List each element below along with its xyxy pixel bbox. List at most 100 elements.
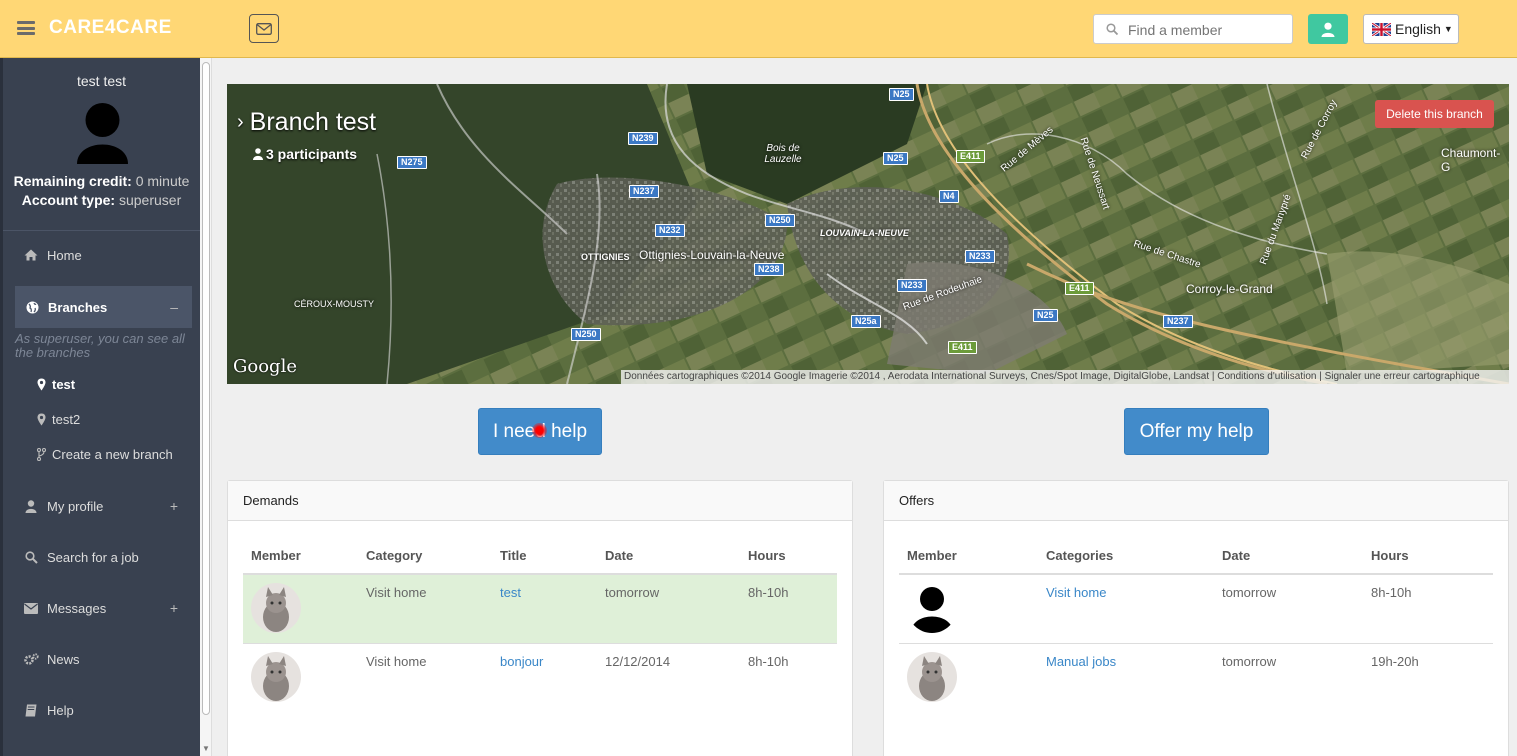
column-header: Date — [1214, 541, 1363, 575]
table-row[interactable]: Visit home tomorrow 8h-10h — [899, 573, 1493, 644]
demand-title-link[interactable]: bonjour — [500, 654, 543, 669]
panel-title: Demands — [228, 481, 852, 521]
credit-label: Remaining credit: — [13, 173, 132, 189]
caret-down-icon: ▼ — [1443, 24, 1453, 34]
profile-button[interactable] — [1308, 14, 1348, 44]
road-badge: E411 — [956, 150, 985, 163]
avatar[interactable] — [251, 583, 301, 633]
branch-title-text: Branch test — [249, 108, 377, 136]
column-header: Date — [597, 541, 740, 575]
column-header: Hours — [740, 541, 837, 575]
road-badge: N250 — [571, 328, 601, 341]
menu-icon[interactable] — [17, 21, 35, 35]
demands-table: Member Category Title Date Hours Visit h… — [243, 541, 837, 712]
road-badge: N232 — [655, 224, 685, 237]
branch-link-test2[interactable]: test2 — [36, 412, 80, 427]
hours-cell: 19h-20h — [1363, 643, 1493, 712]
member-search[interactable] — [1093, 14, 1293, 44]
member-cell — [899, 643, 1038, 712]
category-cell: Visit home — [1038, 573, 1214, 644]
nav-my-profile[interactable]: My profile + — [3, 486, 200, 526]
branch-map[interactable]: Ottignies-Louvain-la-Neuve OTTIGNIES LOU… — [227, 84, 1509, 384]
avatar — [77, 103, 128, 164]
language-selector[interactable]: English ▼ — [1363, 14, 1459, 44]
scrollbar-thumb[interactable] — [202, 62, 210, 715]
category-cell: Visit home — [358, 573, 492, 644]
table-row[interactable]: Manual jobs tomorrow 19h-20h — [899, 643, 1493, 712]
avatar[interactable] — [907, 583, 957, 633]
road-badge: N250 — [765, 214, 795, 227]
branch-label: test — [52, 377, 76, 392]
mail-button[interactable] — [249, 14, 279, 43]
map-place-label: Chaumont-G — [1441, 146, 1501, 174]
road-badge: N25 — [1033, 309, 1058, 322]
map-attribution[interactable]: Données cartographiques ©2014 Google Ima… — [621, 370, 1509, 384]
road-badge: N233 — [965, 250, 995, 263]
nav-home[interactable]: Home — [3, 235, 200, 275]
user-icon — [1321, 22, 1335, 37]
envelope-icon — [23, 602, 39, 614]
expand-icon[interactable]: + — [170, 498, 178, 514]
member-cell — [243, 573, 358, 644]
branch-link-test[interactable]: test — [36, 377, 75, 392]
credit-value: 0 minute — [135, 173, 190, 189]
search-input[interactable] — [1128, 20, 1288, 40]
date-cell: tomorrow — [1214, 643, 1363, 712]
click-indicator — [532, 423, 547, 438]
road-badge: N4 — [939, 190, 959, 203]
create-branch-link[interactable]: Create a new branch — [36, 447, 173, 462]
profile-name: test test — [76, 73, 127, 89]
collapse-toggle[interactable]: – — [170, 299, 178, 315]
avatar[interactable] — [907, 652, 957, 702]
panel-title: Offers — [884, 481, 1508, 521]
road-badge: N25 — [889, 88, 914, 101]
users-icon — [253, 148, 263, 160]
nav-news[interactable]: News — [3, 639, 200, 679]
home-icon — [23, 249, 39, 261]
search-icon — [23, 550, 39, 564]
sidebar: test test Remaining credit: 0 minute Acc… — [0, 58, 200, 756]
table-row[interactable]: Visit home test tomorrow 8h-10h — [243, 573, 837, 644]
book-icon — [23, 704, 39, 717]
create-branch-label: Create a new branch — [52, 447, 173, 462]
uk-flag-icon — [1372, 22, 1391, 36]
road-badge: N275 — [397, 156, 427, 169]
table-row[interactable]: Visit home bonjour 12/12/2014 8h-10h — [243, 643, 837, 712]
hours-cell: 8h-10h — [740, 643, 837, 712]
column-header: Title — [492, 541, 597, 575]
language-label: English — [1395, 21, 1441, 37]
nav-branches[interactable]: Branches – — [15, 286, 192, 328]
scroll-down-icon[interactable]: ▼ — [202, 744, 210, 753]
offer-category-link[interactable]: Visit home — [1046, 585, 1106, 600]
date-cell: tomorrow — [1214, 573, 1363, 644]
column-header: Member — [243, 541, 358, 575]
nav-search-job[interactable]: Search for a job — [3, 537, 200, 577]
delete-branch-button[interactable]: Delete this branch — [1375, 100, 1494, 128]
road-badge: N239 — [628, 132, 658, 145]
offer-category-link[interactable]: Manual jobs — [1046, 654, 1116, 669]
road-badge: N237 — [1163, 315, 1193, 328]
nav-news-label: News — [47, 651, 80, 667]
nav-messages[interactable]: Messages + — [3, 588, 200, 628]
expand-icon[interactable]: + — [170, 600, 178, 616]
nav-help[interactable]: Help — [3, 690, 200, 730]
top-navbar: CARE4CARE English ▼ — [0, 0, 1517, 58]
map-place-label: LOUVAIN-LA-NEUVE — [820, 228, 909, 238]
avatar[interactable] — [251, 652, 301, 702]
offer-help-button[interactable]: Offer my help — [1124, 408, 1269, 455]
map-place-label: Bois de Lauzelle — [764, 143, 802, 165]
hours-cell: 8h-10h — [1363, 573, 1493, 644]
account-type-label: Account type: — [21, 192, 116, 208]
column-header: Categories — [1038, 541, 1214, 575]
demand-title-link[interactable]: test — [500, 585, 521, 600]
participants-text: 3 participants — [266, 146, 358, 162]
brand-logo[interactable]: CARE4CARE — [49, 17, 172, 39]
nav-my-profile-label: My profile — [47, 498, 104, 514]
column-header: Member — [899, 541, 1038, 575]
google-logo: Google — [233, 356, 297, 377]
road-badge: E411 — [948, 341, 977, 354]
globe-icon — [24, 301, 40, 314]
account-info: Remaining credit: 0 minute Account type:… — [3, 172, 200, 210]
participants-count[interactable]: 3 participants — [253, 146, 357, 162]
date-cell: tomorrow — [597, 573, 740, 644]
